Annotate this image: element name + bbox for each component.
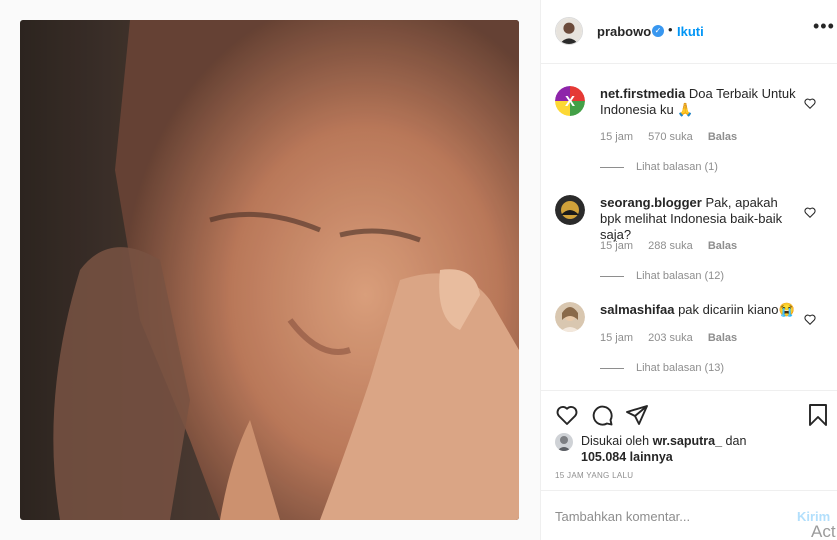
view-replies-link[interactable]: Lihat balasan (1) xyxy=(600,161,718,173)
comment-likes[interactable]: 570 suka xyxy=(648,131,693,143)
comment-like-heart-icon[interactable] xyxy=(803,205,817,219)
comments-list: X net.firstmedia Doa Terbaik Untuk Indon… xyxy=(541,65,837,390)
comment-text-block: seorang.blogger Pak, apakah bpk melihat … xyxy=(600,195,800,243)
reply-button[interactable]: Balas xyxy=(708,240,737,252)
liker-username[interactable]: wr.saputra_ xyxy=(653,434,722,448)
comment-username[interactable]: net.firstmedia xyxy=(600,86,685,101)
comment-username[interactable]: seorang.blogger xyxy=(600,195,702,210)
comment-time: 15 jam xyxy=(600,131,634,143)
post-header: prabowo ✓ • Ikuti ••• xyxy=(541,0,837,64)
liker-avatar[interactable] xyxy=(555,433,573,451)
share-icon[interactable] xyxy=(625,403,649,427)
likes-prefix: Disukai oleh xyxy=(581,434,650,448)
replies-divider xyxy=(600,275,624,277)
author-username[interactable]: prabowo xyxy=(597,24,651,39)
verified-badge-icon: ✓ xyxy=(652,25,664,37)
post-photo[interactable] xyxy=(20,20,519,520)
commenter-avatar[interactable]: X xyxy=(555,86,585,116)
comment-username[interactable]: salmashifaa xyxy=(600,302,674,317)
likes-count[interactable]: 105.084 lainnya xyxy=(581,450,673,464)
heart-icon[interactable] xyxy=(555,403,579,427)
replies-divider xyxy=(600,166,624,168)
reply-button[interactable]: Balas xyxy=(708,332,737,344)
comment-likes[interactable]: 288 suka xyxy=(648,240,693,252)
comment-likes[interactable]: 203 suka xyxy=(648,332,693,344)
view-replies-link[interactable]: Lihat balasan (13) xyxy=(600,362,724,374)
follow-button[interactable]: Ikuti xyxy=(677,24,704,39)
reply-button[interactable]: Balas xyxy=(708,131,737,143)
post-timestamp[interactable]: 15 JAM YANG LALU xyxy=(555,471,633,480)
comment-meta: 15 jam 288 suka Balas xyxy=(600,240,749,252)
comment-like-heart-icon[interactable] xyxy=(803,312,817,326)
comment-meta: 15 jam 570 suka Balas xyxy=(600,131,749,143)
svg-text:X: X xyxy=(565,93,575,110)
view-replies-label: Lihat balasan (13) xyxy=(636,362,725,374)
activation-watermark: Act xyxy=(811,522,836,540)
post-photo-image xyxy=(20,20,519,520)
view-replies-label: Lihat balasan (12) xyxy=(636,270,725,282)
likes-text: Disukai oleh wr.saputra_ dan 105.084 lai… xyxy=(581,433,781,465)
comment-text-block: salmashifaa pak dicariin kiano😭 xyxy=(600,302,800,318)
comment-text-block: net.firstmedia Doa Terbaik Untuk Indones… xyxy=(600,86,800,118)
comment-like-heart-icon[interactable] xyxy=(803,96,817,110)
comment-time: 15 jam xyxy=(600,240,634,252)
separator-dot: • xyxy=(668,22,673,37)
post-sidebar: prabowo ✓ • Ikuti ••• X net.firstmedia D… xyxy=(540,0,837,540)
comment-input[interactable] xyxy=(555,505,785,527)
replies-divider xyxy=(600,367,624,369)
comment-composer: Kirim xyxy=(541,490,837,540)
bookmark-icon[interactable] xyxy=(806,403,830,427)
commenter-avatar[interactable] xyxy=(555,195,585,225)
comment-time: 15 jam xyxy=(600,332,634,344)
likes-conjunction: dan xyxy=(725,434,747,448)
post-media-pane xyxy=(0,0,540,540)
author-avatar[interactable] xyxy=(555,17,583,45)
comment-icon[interactable] xyxy=(590,403,614,427)
view-replies-label: Lihat balasan (1) xyxy=(636,161,718,173)
commenter-avatar[interactable] xyxy=(555,302,585,332)
more-options-icon[interactable]: ••• xyxy=(813,16,835,37)
comment-meta: 15 jam 203 suka Balas xyxy=(600,332,749,344)
view-replies-link[interactable]: Lihat balasan (12) xyxy=(600,270,724,282)
comment-body: pak dicariin kiano😭 xyxy=(678,302,795,317)
